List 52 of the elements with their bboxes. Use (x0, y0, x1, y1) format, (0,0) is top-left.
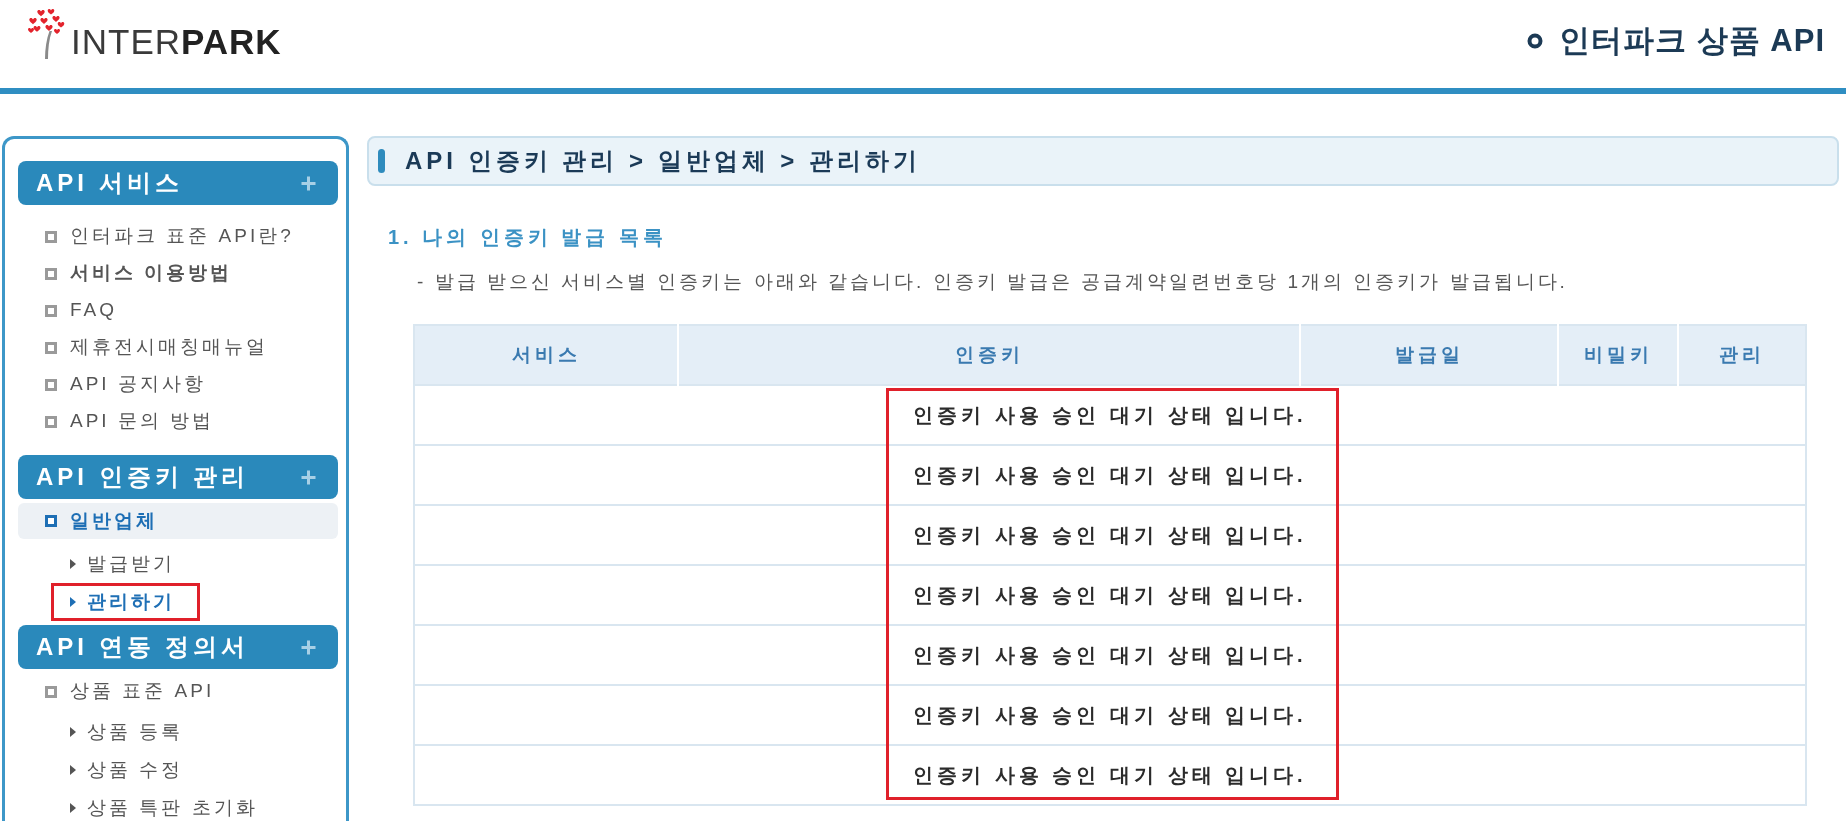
description-text: - 발급 받으신 서비스별 인증키는 아래와 같습니다. 인증키 발급은 공급계약일련번호당 1개의 인증키가 발급됩니다. (417, 270, 1568, 294)
table-cell: 인증키 사용 승인 대기 상태 입니다. (414, 625, 1806, 685)
plus-icon (301, 469, 316, 485)
sidebar-link[interactable]: API 문의 방법 (18, 403, 338, 440)
table-cell: 인증키 사용 승인 대기 상태 입니다. (414, 385, 1806, 445)
sidebar-link[interactable]: 일반업체 (18, 503, 338, 539)
ring-bullet-icon (1527, 33, 1544, 49)
logo-text: INTERPARK (71, 25, 282, 59)
square-bullet-icon (45, 230, 57, 243)
bar-marker-icon (378, 149, 385, 173)
sidebar-sublink[interactable]: 상품 등록 (70, 717, 184, 747)
table-cell: 인증키 사용 승인 대기 상태 입니다. (414, 685, 1806, 745)
section-heading: 1. 나의 인증키 발급 목록 (388, 225, 667, 250)
column-header: 비밀키 (1558, 325, 1678, 385)
table-cell: 인증키 사용 승인 대기 상태 입니다. (414, 745, 1806, 805)
breadcrumb-text: API 인증키 관리 > 일반업체 > 관리하기 (405, 146, 922, 176)
sidebar-sublink[interactable]: 관리하기 (70, 587, 175, 617)
column-header: 발급일 (1300, 325, 1558, 385)
triangle-bullet-icon (70, 803, 76, 813)
section-header[interactable]: API 서비스 (18, 161, 338, 205)
table-cell: 인증키 사용 승인 대기 상태 입니다. (414, 565, 1806, 625)
table-cell: 인증키 사용 승인 대기 상태 입니다. (414, 445, 1806, 505)
section-header[interactable]: API 인증키 관리 (18, 455, 338, 499)
sidebar-sublink[interactable]: 상품 특판 초기화 (70, 793, 258, 821)
triangle-bullet-icon (70, 559, 76, 569)
sidebar-link[interactable]: 제휴전시매칭매뉴얼 (18, 329, 338, 366)
column-header: 서비스 (414, 325, 678, 385)
square-bullet-icon (45, 341, 57, 354)
triangle-bullet-icon (70, 765, 76, 775)
square-bullet-icon (45, 515, 57, 527)
section-header[interactable]: API 연동 정의서 (18, 625, 338, 669)
triangle-bullet-icon (70, 597, 76, 607)
sidebar-link[interactable]: 상품 표준 API (18, 673, 338, 710)
sidebar-link[interactable]: 인터파크 표준 API란? (18, 218, 338, 255)
table-cell: 인증키 사용 승인 대기 상태 입니다. (414, 505, 1806, 565)
plus-icon (301, 639, 316, 655)
plus-icon (301, 175, 316, 191)
square-bullet-icon (45, 685, 57, 698)
column-header: 관리 (1678, 325, 1806, 385)
square-bullet-icon (45, 267, 57, 280)
square-bullet-icon (45, 304, 57, 317)
square-bullet-icon (45, 378, 57, 391)
square-bullet-icon (45, 415, 57, 428)
heart-tree-icon (27, 9, 67, 59)
sidebar-link[interactable]: 서비스 이용방법 (18, 255, 338, 292)
sidebar-sublink[interactable]: 발급받기 (70, 549, 175, 579)
column-header: 인증키 (678, 325, 1300, 385)
sidebar-sublink[interactable]: 상품 수정 (70, 755, 184, 785)
sidebar-link[interactable]: API 공지사항 (18, 366, 338, 403)
triangle-bullet-icon (70, 727, 76, 737)
sidebar-link[interactable]: FAQ (18, 292, 338, 329)
site-title: 인터파크 상품 API (1559, 22, 1825, 60)
